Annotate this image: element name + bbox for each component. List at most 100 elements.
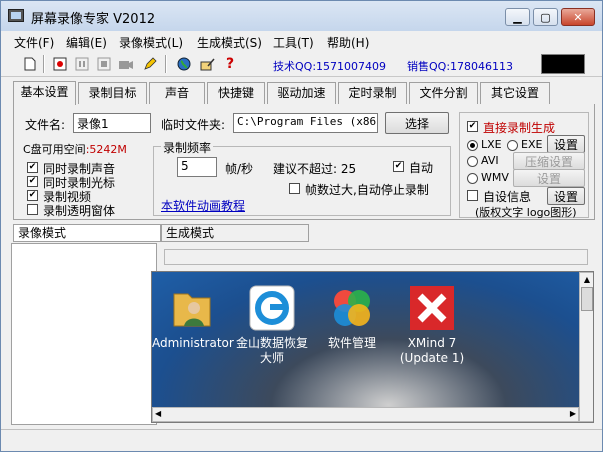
- tab-basic[interactable]: 基本设置: [13, 81, 76, 105]
- tech-qq-label: 技术QQ:1571007409: [273, 60, 387, 73]
- desktop-icon-xmind-label: XMind 7 (Update 1): [399, 336, 465, 365]
- new-file-icon[interactable]: [21, 55, 39, 73]
- preview-box: [541, 54, 585, 74]
- desktop-icon-admin-label: Administrator: [152, 336, 234, 350]
- video-preview[interactable]: Administrator 金山数据恢复大师 软件管理 XMind 7 (Upd…: [151, 271, 594, 423]
- format-avi-label: AVI: [481, 154, 499, 167]
- custom-info-label: 自设信息: [483, 190, 532, 204]
- frequency-title: 录制频率: [161, 139, 214, 156]
- edit-pencil-icon[interactable]: [141, 55, 159, 73]
- tempdir-input[interactable]: C:\Program Files (x86)\: [233, 113, 378, 133]
- recording-list[interactable]: [11, 243, 157, 425]
- format-wmv-label: WMV: [481, 171, 509, 184]
- tab-hotkeys[interactable]: 快捷键: [207, 82, 265, 104]
- autostop-row[interactable]: [289, 183, 300, 194]
- title-bar[interactable]: 屏幕录像专家 V2012 ▁ ▢ ✕: [1, 1, 602, 31]
- progress-bar: [164, 249, 588, 265]
- direct-record-row[interactable]: ✔: [467, 121, 478, 132]
- xmind-icon: [408, 284, 456, 332]
- minimize-button[interactable]: ▁: [505, 8, 530, 26]
- tab-other[interactable]: 其它设置: [480, 82, 550, 104]
- toolbar: ? 技术QQ:1571007409 销售QQ:178046113: [1, 51, 602, 77]
- autostop-label: 帧数过大,自动停止录制: [305, 183, 429, 197]
- copyright-hint: (版权文字 logo图形): [475, 206, 577, 219]
- close-icon: ✕: [573, 10, 583, 24]
- tab-record-mode[interactable]: 录像模式: [13, 224, 161, 242]
- toolbar-separator: [43, 55, 45, 73]
- opt-transparent-row[interactable]: [27, 204, 38, 215]
- format-lxe-label: LXE: [481, 138, 502, 151]
- opt-sound-row[interactable]: ✔: [27, 162, 38, 173]
- custom-info-row[interactable]: [467, 190, 478, 201]
- lxe-settings-button[interactable]: 设置: [547, 135, 585, 153]
- pause-icon[interactable]: [73, 55, 91, 73]
- wmv-settings-button[interactable]: 设置: [513, 169, 585, 187]
- maximize-button[interactable]: ▢: [533, 8, 558, 26]
- frequency-unit: 帧/秒: [225, 162, 254, 176]
- frequency-input[interactable]: 5: [177, 157, 217, 177]
- status-bar: [1, 429, 602, 451]
- auto-label: 自动: [409, 161, 434, 175]
- format-exe-radio[interactable]: [507, 140, 518, 151]
- tab-scheduled[interactable]: 定时录制: [338, 82, 407, 104]
- autostop-checkbox[interactable]: [289, 183, 300, 194]
- format-exe-label: EXE: [521, 138, 543, 151]
- tab-sound[interactable]: 声音: [149, 82, 205, 104]
- tab-file-split[interactable]: 文件分割: [409, 82, 478, 104]
- opt-transparent-checkbox[interactable]: [27, 204, 38, 215]
- desktop-icon-kingsoft[interactable]: 金山数据恢复大师: [232, 284, 312, 366]
- format-avi-radio[interactable]: [467, 156, 478, 167]
- preview-vertical-scrollbar[interactable]: ▲: [579, 272, 593, 422]
- menu-file[interactable]: 文件(F): [14, 34, 54, 51]
- desktop-icon-xmind[interactable]: XMind 7 (Update 1): [392, 284, 472, 366]
- record-icon[interactable]: [51, 55, 69, 73]
- disk-value: :5242M: [85, 143, 127, 156]
- menu-tools[interactable]: 工具(T): [273, 34, 314, 51]
- custom-info-checkbox[interactable]: [467, 190, 478, 201]
- direct-record-checkbox[interactable]: ✔: [467, 121, 478, 132]
- tab-generate-mode[interactable]: 生成模式: [161, 224, 309, 242]
- opt-cursor-row[interactable]: ✔: [27, 176, 38, 187]
- compress-settings-button[interactable]: 压缩设置: [513, 152, 585, 170]
- window-title: 屏幕录像专家 V2012: [31, 12, 156, 27]
- close-button[interactable]: ✕: [561, 8, 595, 26]
- opt-video-row[interactable]: ✔: [27, 190, 38, 201]
- menu-generate-mode[interactable]: 生成模式(S): [197, 34, 262, 51]
- sales-qq-label: 销售QQ:178046113: [407, 60, 514, 73]
- toolbar-separator: [165, 55, 167, 73]
- suggest-label: 建议不超过: 25: [273, 162, 357, 176]
- tutorial-link[interactable]: 本软件动画教程: [161, 197, 245, 214]
- preview-horizontal-scrollbar[interactable]: ◀ ▶: [152, 407, 579, 422]
- format-lxe-radio[interactable]: [467, 140, 478, 151]
- menu-record-mode[interactable]: 录像模式(L): [119, 34, 183, 51]
- desktop-icon-software-manager[interactable]: 软件管理: [312, 284, 392, 351]
- desktop-icon-admin[interactable]: Administrator: [152, 284, 234, 351]
- camera-icon[interactable]: [117, 55, 135, 73]
- menu-edit[interactable]: 编辑(E): [66, 34, 107, 51]
- direct-record-label: 直接录制生成: [483, 121, 556, 135]
- opt-sound-checkbox[interactable]: ✔: [27, 162, 38, 173]
- scroll-right-icon[interactable]: ▶: [570, 409, 576, 418]
- scroll-up-icon[interactable]: ▲: [582, 275, 592, 285]
- scroll-thumb[interactable]: [581, 287, 593, 311]
- opt-video-checkbox[interactable]: ✔: [27, 190, 38, 201]
- kingsoft-recovery-icon: [248, 284, 296, 332]
- scroll-left-icon[interactable]: ◀: [155, 409, 161, 418]
- stop-icon[interactable]: [95, 55, 113, 73]
- filename-label: 文件名:: [25, 118, 66, 132]
- format-wmv-radio[interactable]: [467, 173, 478, 184]
- menu-bar: 文件(F) 编辑(E) 录像模式(L) 生成模式(S) 工具(T) 帮助(H): [1, 31, 602, 51]
- menu-help[interactable]: 帮助(H): [327, 34, 369, 51]
- tab-record-target[interactable]: 录制目标: [78, 82, 147, 104]
- globe-icon[interactable]: [175, 55, 193, 73]
- auto-row[interactable]: ✔: [393, 161, 404, 172]
- auto-checkbox[interactable]: ✔: [393, 161, 404, 172]
- help-question-icon[interactable]: ?: [221, 55, 239, 73]
- tab-driver-accel[interactable]: 驱动加速: [267, 82, 336, 104]
- settings-pen-icon[interactable]: [199, 55, 217, 73]
- desktop-icon-kingsoft-label: 金山数据恢复大师: [235, 336, 308, 365]
- browse-button[interactable]: 选择: [385, 112, 449, 134]
- filename-input[interactable]: 录像1: [73, 113, 151, 133]
- custom-info-settings-button[interactable]: 设置: [547, 187, 585, 205]
- opt-cursor-checkbox[interactable]: ✔: [27, 176, 38, 187]
